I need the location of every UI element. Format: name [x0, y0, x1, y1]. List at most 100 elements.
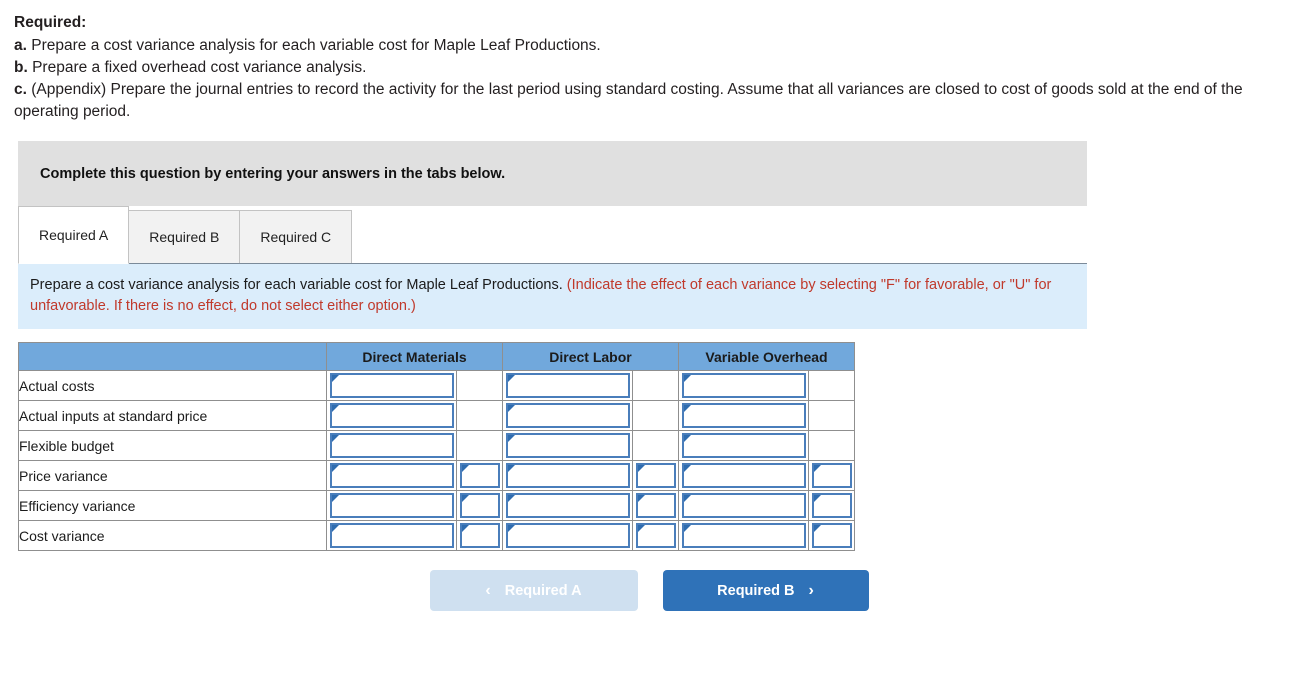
input-efficiency-variance-variable-overhead[interactable] — [681, 493, 806, 518]
input-cost-variance-direct-labor[interactable] — [505, 523, 630, 548]
dropdown-efficiency-variance-direct-labor-fu[interactable] — [635, 493, 676, 518]
input-flexible-budget-variable-overhead[interactable] — [681, 433, 806, 458]
chevron-right-icon: › — [808, 581, 814, 599]
cell-flexible-budget-direct-labor-fu — [632, 430, 679, 461]
cell-cost-variance-direct-labor[interactable] — [502, 520, 633, 551]
dropdown-cost-variance-variable-overhead-fu[interactable] — [811, 523, 852, 548]
table-corner-cell — [18, 342, 327, 371]
cell-efficiency-variance-direct-materials-fu[interactable] — [456, 490, 503, 521]
cell-actual-costs-direct-labor[interactable] — [502, 370, 633, 401]
cell-cost-variance-variable-overhead-fu[interactable] — [808, 520, 855, 551]
required-item-a-text: Prepare a cost variance analysis for eac… — [31, 37, 601, 54]
cell-efficiency-variance-direct-labor[interactable] — [502, 490, 633, 521]
dropdown-cost-variance-direct-labor-fu[interactable] — [635, 523, 676, 548]
cell-cost-variance-direct-labor-fu[interactable] — [632, 520, 679, 551]
instruction-banner: Complete this question by entering your … — [18, 141, 1087, 206]
tab-required-b[interactable]: Required B — [128, 210, 241, 264]
input-actual-costs-direct-labor[interactable] — [505, 373, 630, 398]
input-actual-inputs-direct-labor[interactable] — [505, 403, 630, 428]
cell-price-variance-direct-labor-fu[interactable] — [632, 460, 679, 491]
input-actual-costs-variable-overhead[interactable] — [681, 373, 806, 398]
next-button-label: Required B — [717, 582, 795, 599]
table-row: Actual costs — [18, 370, 855, 401]
row-label-cost-variance: Cost variance — [18, 520, 327, 551]
next-required-b-button[interactable]: Required B › — [662, 570, 869, 611]
variance-table-wrapper: Direct Materials Direct Labor Variable O… — [18, 342, 1293, 551]
cell-efficiency-variance-direct-materials[interactable] — [326, 490, 457, 521]
input-efficiency-variance-direct-labor[interactable] — [505, 493, 630, 518]
cell-actual-inputs-direct-labor[interactable] — [502, 400, 633, 431]
required-item-a: a. Prepare a cost variance analysis for … — [14, 35, 1293, 57]
required-item-c-text: (Appendix) Prepare the journal entries t… — [14, 81, 1243, 120]
cell-price-variance-variable-overhead-fu[interactable] — [808, 460, 855, 491]
cell-cost-variance-direct-materials-fu[interactable] — [456, 520, 503, 551]
dropdown-price-variance-variable-overhead-fu[interactable] — [811, 463, 852, 488]
cell-actual-costs-direct-materials[interactable] — [326, 370, 457, 401]
tab-required-c[interactable]: Required C — [239, 210, 353, 264]
cell-actual-inputs-direct-materials[interactable] — [326, 400, 457, 431]
required-item-b-text: Prepare a fixed overhead cost variance a… — [32, 59, 367, 76]
cell-flexible-budget-direct-materials-fu — [456, 430, 503, 461]
input-actual-costs-direct-materials[interactable] — [329, 373, 454, 398]
cell-cost-variance-direct-materials[interactable] — [326, 520, 457, 551]
cell-efficiency-variance-variable-overhead[interactable] — [678, 490, 809, 521]
cell-flexible-budget-direct-labor[interactable] — [502, 430, 633, 461]
dropdown-efficiency-variance-direct-materials-fu[interactable] — [459, 493, 500, 518]
dropdown-cost-variance-direct-materials-fu[interactable] — [459, 523, 500, 548]
navigation-buttons: ‹ Required A Required B › — [0, 570, 1293, 611]
previous-required-a-button[interactable]: ‹ Required A — [429, 570, 638, 611]
cell-actual-inputs-variable-overhead-fu — [808, 400, 855, 431]
required-item-a-letter: a. — [14, 37, 27, 54]
cell-flexible-budget-variable-overhead[interactable] — [678, 430, 809, 461]
instruction-main-text: Prepare a cost variance analysis for eac… — [30, 277, 563, 293]
column-header-direct-materials: Direct Materials — [326, 342, 503, 371]
dropdown-price-variance-direct-materials-fu[interactable] — [459, 463, 500, 488]
required-item-c-letter: c. — [14, 81, 27, 98]
required-item-c: c. (Appendix) Prepare the journal entrie… — [14, 79, 1293, 123]
row-label-efficiency-variance: Efficiency variance — [18, 490, 327, 521]
tab-required-c-label: Required C — [260, 229, 332, 245]
dropdown-efficiency-variance-variable-overhead-fu[interactable] — [811, 493, 852, 518]
required-item-b-letter: b. — [14, 59, 28, 76]
cell-actual-costs-direct-labor-fu — [632, 370, 679, 401]
table-row: Flexible budget — [18, 430, 855, 461]
tab-required-a[interactable]: Required A — [18, 206, 130, 264]
cell-price-variance-direct-materials[interactable] — [326, 460, 457, 491]
instruction-banner-text: Complete this question by entering your … — [40, 165, 506, 182]
cell-actual-costs-variable-overhead[interactable] — [678, 370, 809, 401]
tab-required-b-label: Required B — [149, 229, 220, 245]
input-price-variance-direct-materials[interactable] — [329, 463, 454, 488]
required-heading: Required: — [14, 14, 87, 31]
input-flexible-budget-direct-labor[interactable] — [505, 433, 630, 458]
tab-required-a-label: Required A — [39, 227, 109, 243]
cell-price-variance-variable-overhead[interactable] — [678, 460, 809, 491]
input-price-variance-direct-labor[interactable] — [505, 463, 630, 488]
tab-bar: Required A Required B Required C — [18, 206, 1087, 264]
cell-actual-inputs-direct-labor-fu — [632, 400, 679, 431]
input-actual-inputs-variable-overhead[interactable] — [681, 403, 806, 428]
cell-actual-inputs-direct-materials-fu — [456, 400, 503, 431]
cell-price-variance-direct-labor[interactable] — [502, 460, 633, 491]
table-row: Price variance — [18, 460, 855, 491]
cell-efficiency-variance-variable-overhead-fu[interactable] — [808, 490, 855, 521]
chevron-left-icon: ‹ — [485, 581, 491, 599]
column-header-variable-overhead: Variable Overhead — [678, 342, 855, 371]
cell-price-variance-direct-materials-fu[interactable] — [456, 460, 503, 491]
table-header-row: Direct Materials Direct Labor Variable O… — [18, 342, 855, 371]
cell-flexible-budget-direct-materials[interactable] — [326, 430, 457, 461]
input-flexible-budget-direct-materials[interactable] — [329, 433, 454, 458]
dropdown-price-variance-direct-labor-fu[interactable] — [635, 463, 676, 488]
cell-flexible-budget-variable-overhead-fu — [808, 430, 855, 461]
required-section: Required: a. Prepare a cost variance ana… — [0, 0, 1293, 123]
cell-efficiency-variance-direct-labor-fu[interactable] — [632, 490, 679, 521]
question-instruction-panel: Prepare a cost variance analysis for eac… — [18, 263, 1087, 329]
input-cost-variance-direct-materials[interactable] — [329, 523, 454, 548]
input-cost-variance-variable-overhead[interactable] — [681, 523, 806, 548]
input-efficiency-variance-direct-materials[interactable] — [329, 493, 454, 518]
cell-cost-variance-variable-overhead[interactable] — [678, 520, 809, 551]
cell-actual-costs-variable-overhead-fu — [808, 370, 855, 401]
input-actual-inputs-direct-materials[interactable] — [329, 403, 454, 428]
input-price-variance-variable-overhead[interactable] — [681, 463, 806, 488]
cell-actual-inputs-variable-overhead[interactable] — [678, 400, 809, 431]
cell-actual-costs-direct-materials-fu — [456, 370, 503, 401]
